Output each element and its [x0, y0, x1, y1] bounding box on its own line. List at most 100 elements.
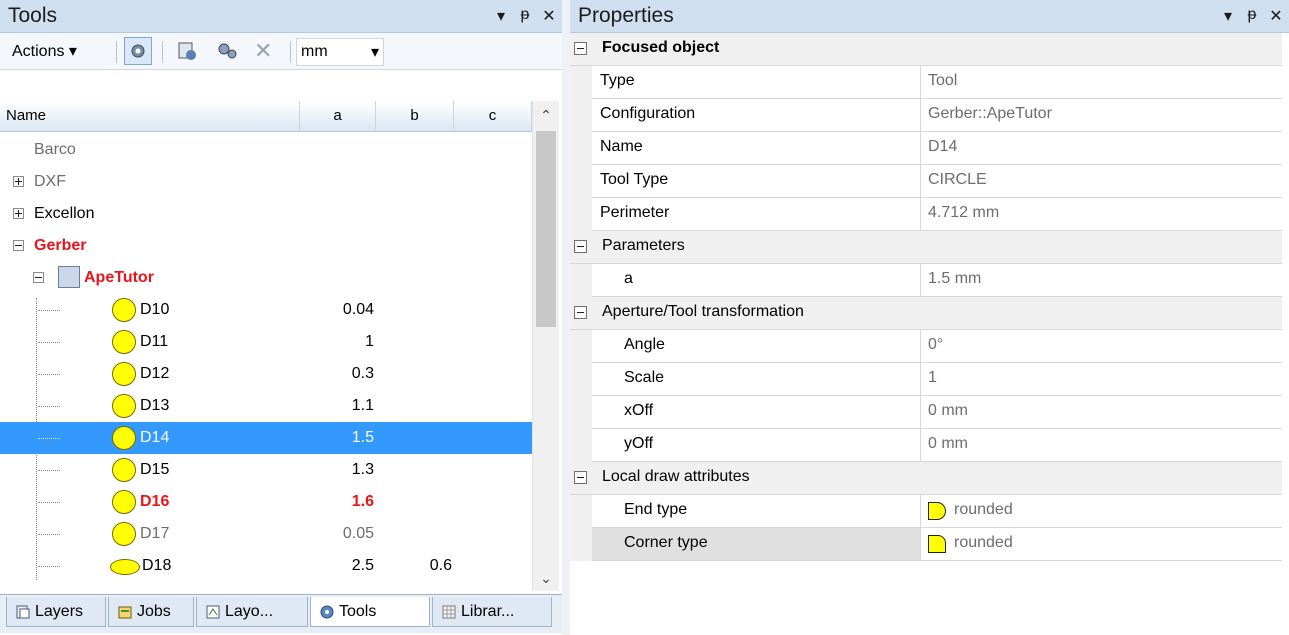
expand-plus-icon[interactable] [13, 208, 24, 219]
category-label: Parameters [602, 237, 685, 254]
circle-aperture-icon [112, 458, 136, 482]
scroll-down-icon[interactable]: ⌄ [533, 570, 559, 587]
expand-plus-icon[interactable] [13, 176, 24, 187]
tree-node-excellon[interactable]: Excellon [0, 198, 532, 230]
row-gutter [570, 66, 592, 99]
pin-icon[interactable]: ᵽ [518, 6, 532, 26]
tool-row-d12[interactable]: D12 0.3 [0, 358, 532, 390]
tab-layouts[interactable]: Layo... [196, 597, 308, 627]
property-name: Angle [624, 336, 665, 353]
circle-aperture-icon [112, 330, 136, 354]
panel-splitter[interactable] [562, 0, 570, 635]
rounded-end-icon [928, 502, 946, 520]
tree-node-gerber[interactable]: Gerber [0, 230, 532, 262]
tree-node-dxf[interactable]: DXF [0, 166, 532, 198]
chevron-down-icon: ▾ [370, 44, 379, 61]
add-tool-button[interactable] [176, 39, 198, 63]
category-transformation[interactable]: Aperture/Tool transformation [570, 297, 1282, 330]
tool-row-d13[interactable]: D13 1.1 [0, 390, 532, 422]
property-value: 1 [928, 369, 937, 386]
rounded-corner-icon [928, 535, 946, 553]
dropdown-icon[interactable]: ▾ [494, 6, 508, 26]
property-name: Scale [624, 369, 665, 386]
category-local-draw-attributes[interactable]: Local draw attributes [570, 462, 1282, 495]
tree-connector [38, 374, 60, 375]
collapse-minus-icon[interactable] [13, 240, 24, 251]
tab-label: Tools [339, 602, 377, 620]
column-header-b[interactable]: b [376, 101, 454, 131]
collapse-minus-icon[interactable] [33, 272, 44, 283]
toolbar-separator [290, 41, 291, 63]
property-row-perimeter[interactable]: Perimeter 4.712 mm [570, 198, 1282, 231]
collapse-minus-icon[interactable] [574, 471, 587, 484]
tool-row-d17[interactable]: D17 0.05 [0, 518, 532, 550]
property-row-angle[interactable]: Angle 0° [570, 330, 1282, 363]
tools-vertical-scrollbar[interactable]: ⌃ ⌄ [532, 101, 559, 591]
property-row-type[interactable]: Type Tool [570, 66, 1282, 99]
tool-value-a: 0.05 [342, 525, 374, 542]
circle-aperture-icon [112, 522, 136, 546]
property-value: CIRCLE [928, 171, 987, 188]
config-icon [58, 266, 80, 288]
gears-icon [218, 43, 237, 59]
column-divider [920, 99, 921, 132]
pin-icon[interactable]: ᵽ [1245, 6, 1259, 26]
row-gutter [570, 99, 592, 132]
tool-row-d16[interactable]: D16 1.6 [0, 486, 532, 518]
column-header-name[interactable]: Name [0, 101, 300, 131]
close-icon[interactable]: ✕ [542, 6, 556, 26]
tab-library[interactable]: Librar... [432, 597, 552, 627]
property-row-tool-type[interactable]: Tool Type CIRCLE [570, 165, 1282, 198]
column-divider [920, 429, 921, 462]
dropdown-icon[interactable]: ▾ [1221, 6, 1235, 26]
property-name: xOff [624, 402, 654, 419]
column-header-a[interactable]: a [300, 101, 376, 131]
category-label: Local draw attributes [602, 468, 750, 485]
collapse-minus-icon[interactable] [574, 306, 587, 319]
property-row-xoff[interactable]: xOff 0 mm [570, 396, 1282, 429]
column-divider [920, 363, 921, 396]
property-row-name[interactable]: Name D14 [570, 132, 1282, 165]
tool-row-d14[interactable]: D14 1.5 [0, 422, 532, 454]
property-row-corner-type[interactable]: Corner type rounded [570, 528, 1282, 561]
tool-name: D16 [140, 493, 170, 510]
property-row-scale[interactable]: Scale 1 [570, 363, 1282, 396]
column-header-c[interactable]: c [454, 101, 532, 131]
delete-icon[interactable]: ✕ [254, 38, 272, 63]
properties-window-controls: ▾ ᵽ ✕ [1221, 6, 1283, 26]
scroll-up-icon[interactable]: ⌃ [533, 107, 559, 124]
tree-node-apetutor[interactable]: ApeTutor [0, 262, 532, 294]
property-row-yoff[interactable]: yOff 0 mm [570, 429, 1282, 462]
tab-tools[interactable]: Tools [310, 597, 430, 627]
scroll-thumb[interactable] [536, 131, 556, 327]
tool-row-d15[interactable]: D15 1.3 [0, 454, 532, 486]
tool-name: D13 [140, 397, 170, 414]
collapse-minus-icon[interactable] [574, 240, 587, 253]
config-gear-button[interactable] [124, 37, 152, 65]
property-value: 4.712 mm [928, 204, 1000, 221]
tool-row-d18[interactable]: D18 2.5 0.6 [0, 550, 532, 582]
tab-label: Layers [35, 602, 84, 620]
tab-jobs[interactable]: Jobs [108, 597, 194, 627]
property-row-end-type[interactable]: End type rounded [570, 495, 1282, 528]
tool-name: D11 [140, 333, 169, 350]
close-icon[interactable]: ✕ [1269, 6, 1283, 26]
property-row-a[interactable]: a 1.5 mm [570, 264, 1282, 297]
property-row-configuration[interactable]: Configuration Gerber::ApeTutor [570, 99, 1282, 132]
tree-node-label: Gerber [34, 237, 87, 254]
collapse-minus-icon[interactable] [574, 42, 587, 55]
tool-row-d11[interactable]: D11 1 [0, 326, 532, 358]
tool-row-d10[interactable]: D10 0.04 [0, 294, 532, 326]
toolbar-separator [162, 41, 163, 63]
category-focused-object[interactable]: Focused object [570, 33, 1282, 66]
oval-aperture-icon [110, 559, 140, 575]
category-parameters[interactable]: Parameters [570, 231, 1282, 264]
row-gutter [570, 330, 592, 363]
actions-menu-button[interactable]: Actions ▾ [12, 39, 77, 63]
unit-select[interactable]: mm ▾ [296, 38, 384, 66]
add-gears-button[interactable] [216, 39, 238, 63]
column-divider [920, 132, 921, 165]
tree-node-barco[interactable]: Barco [0, 134, 532, 166]
tab-layers[interactable]: Layers [6, 597, 106, 627]
property-value: 1.5 mm [928, 270, 982, 287]
